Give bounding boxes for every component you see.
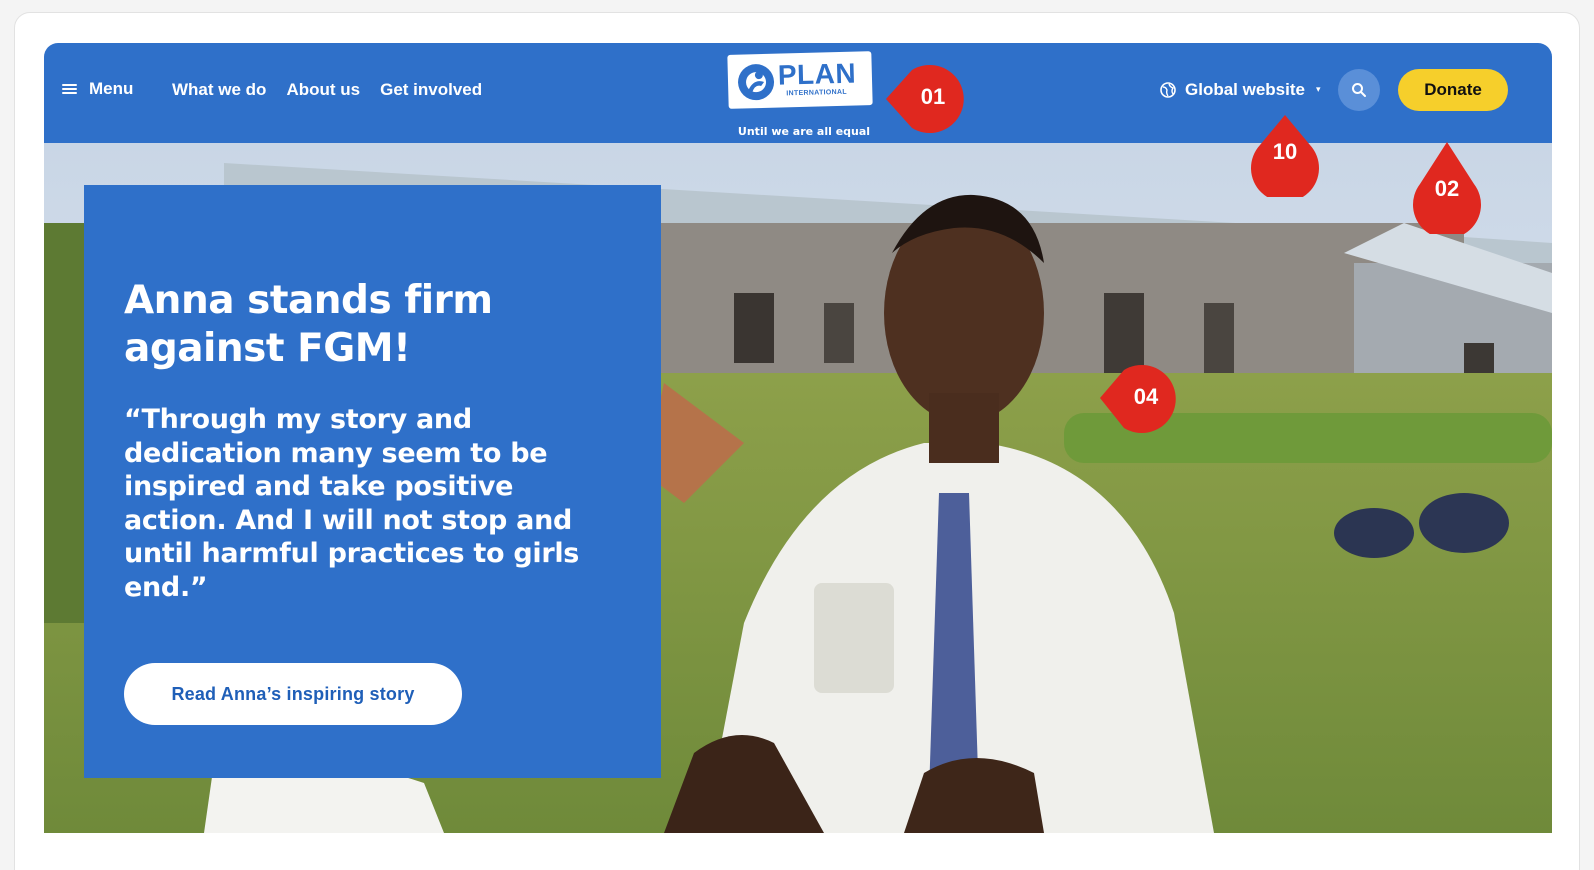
menu-button[interactable]: Menu xyxy=(62,79,133,99)
search-icon xyxy=(1352,83,1366,97)
site-header: Menu What we do About us Get involved PL… xyxy=(44,43,1552,143)
annotation-label-01: 01 xyxy=(920,84,946,109)
globe-icon xyxy=(1160,82,1176,98)
annotation-label-10: 10 xyxy=(1272,139,1298,164)
logo-badge: PLAN INTERNATIONAL xyxy=(727,51,873,109)
plan-logo[interactable]: PLAN INTERNATIONAL Until we are all equa… xyxy=(724,51,876,138)
logo-subtitle: INTERNATIONAL xyxy=(786,88,847,98)
hero-title: Anna stands firm against FGM! xyxy=(124,278,493,371)
menu-label: Menu xyxy=(89,79,134,98)
hero-story-panel: Anna stands firm against FGM! “Through m… xyxy=(84,185,661,778)
hero-quote: “Through my story and dedication many se… xyxy=(124,404,580,603)
plan-logo-icon xyxy=(738,64,775,101)
annotation-marker-04: 04 xyxy=(1098,360,1178,442)
hamburger-icon xyxy=(62,83,77,95)
logo-name: PLAN xyxy=(777,57,857,91)
logo-tagline: Until we are all equal xyxy=(737,125,871,138)
nav-link-about-us[interactable]: About us xyxy=(286,80,360,100)
nav-link-what-we-do[interactable]: What we do xyxy=(172,80,266,100)
annotation-marker-02: 02 xyxy=(1412,140,1482,234)
caret-down-icon: ▾ xyxy=(1315,85,1321,95)
donate-button[interactable]: Donate xyxy=(1398,69,1508,111)
website-frame: Menu What we do About us Get involved PL… xyxy=(44,43,1552,833)
search-button[interactable] xyxy=(1338,69,1380,111)
main-nav: What we do About us Get involved xyxy=(172,80,482,100)
annotation-marker-01: 01 xyxy=(884,58,966,140)
annotation-label-02: 02 xyxy=(1434,176,1460,201)
read-story-button[interactable]: Read Anna’s inspiring story xyxy=(124,663,462,725)
annotation-label-04: 04 xyxy=(1133,384,1159,409)
global-website-selector[interactable]: Global website ▾ xyxy=(1160,80,1321,100)
global-website-label: Global website xyxy=(1185,80,1305,99)
annotation-marker-10: 10 xyxy=(1250,113,1320,197)
nav-link-get-involved[interactable]: Get involved xyxy=(380,80,482,100)
